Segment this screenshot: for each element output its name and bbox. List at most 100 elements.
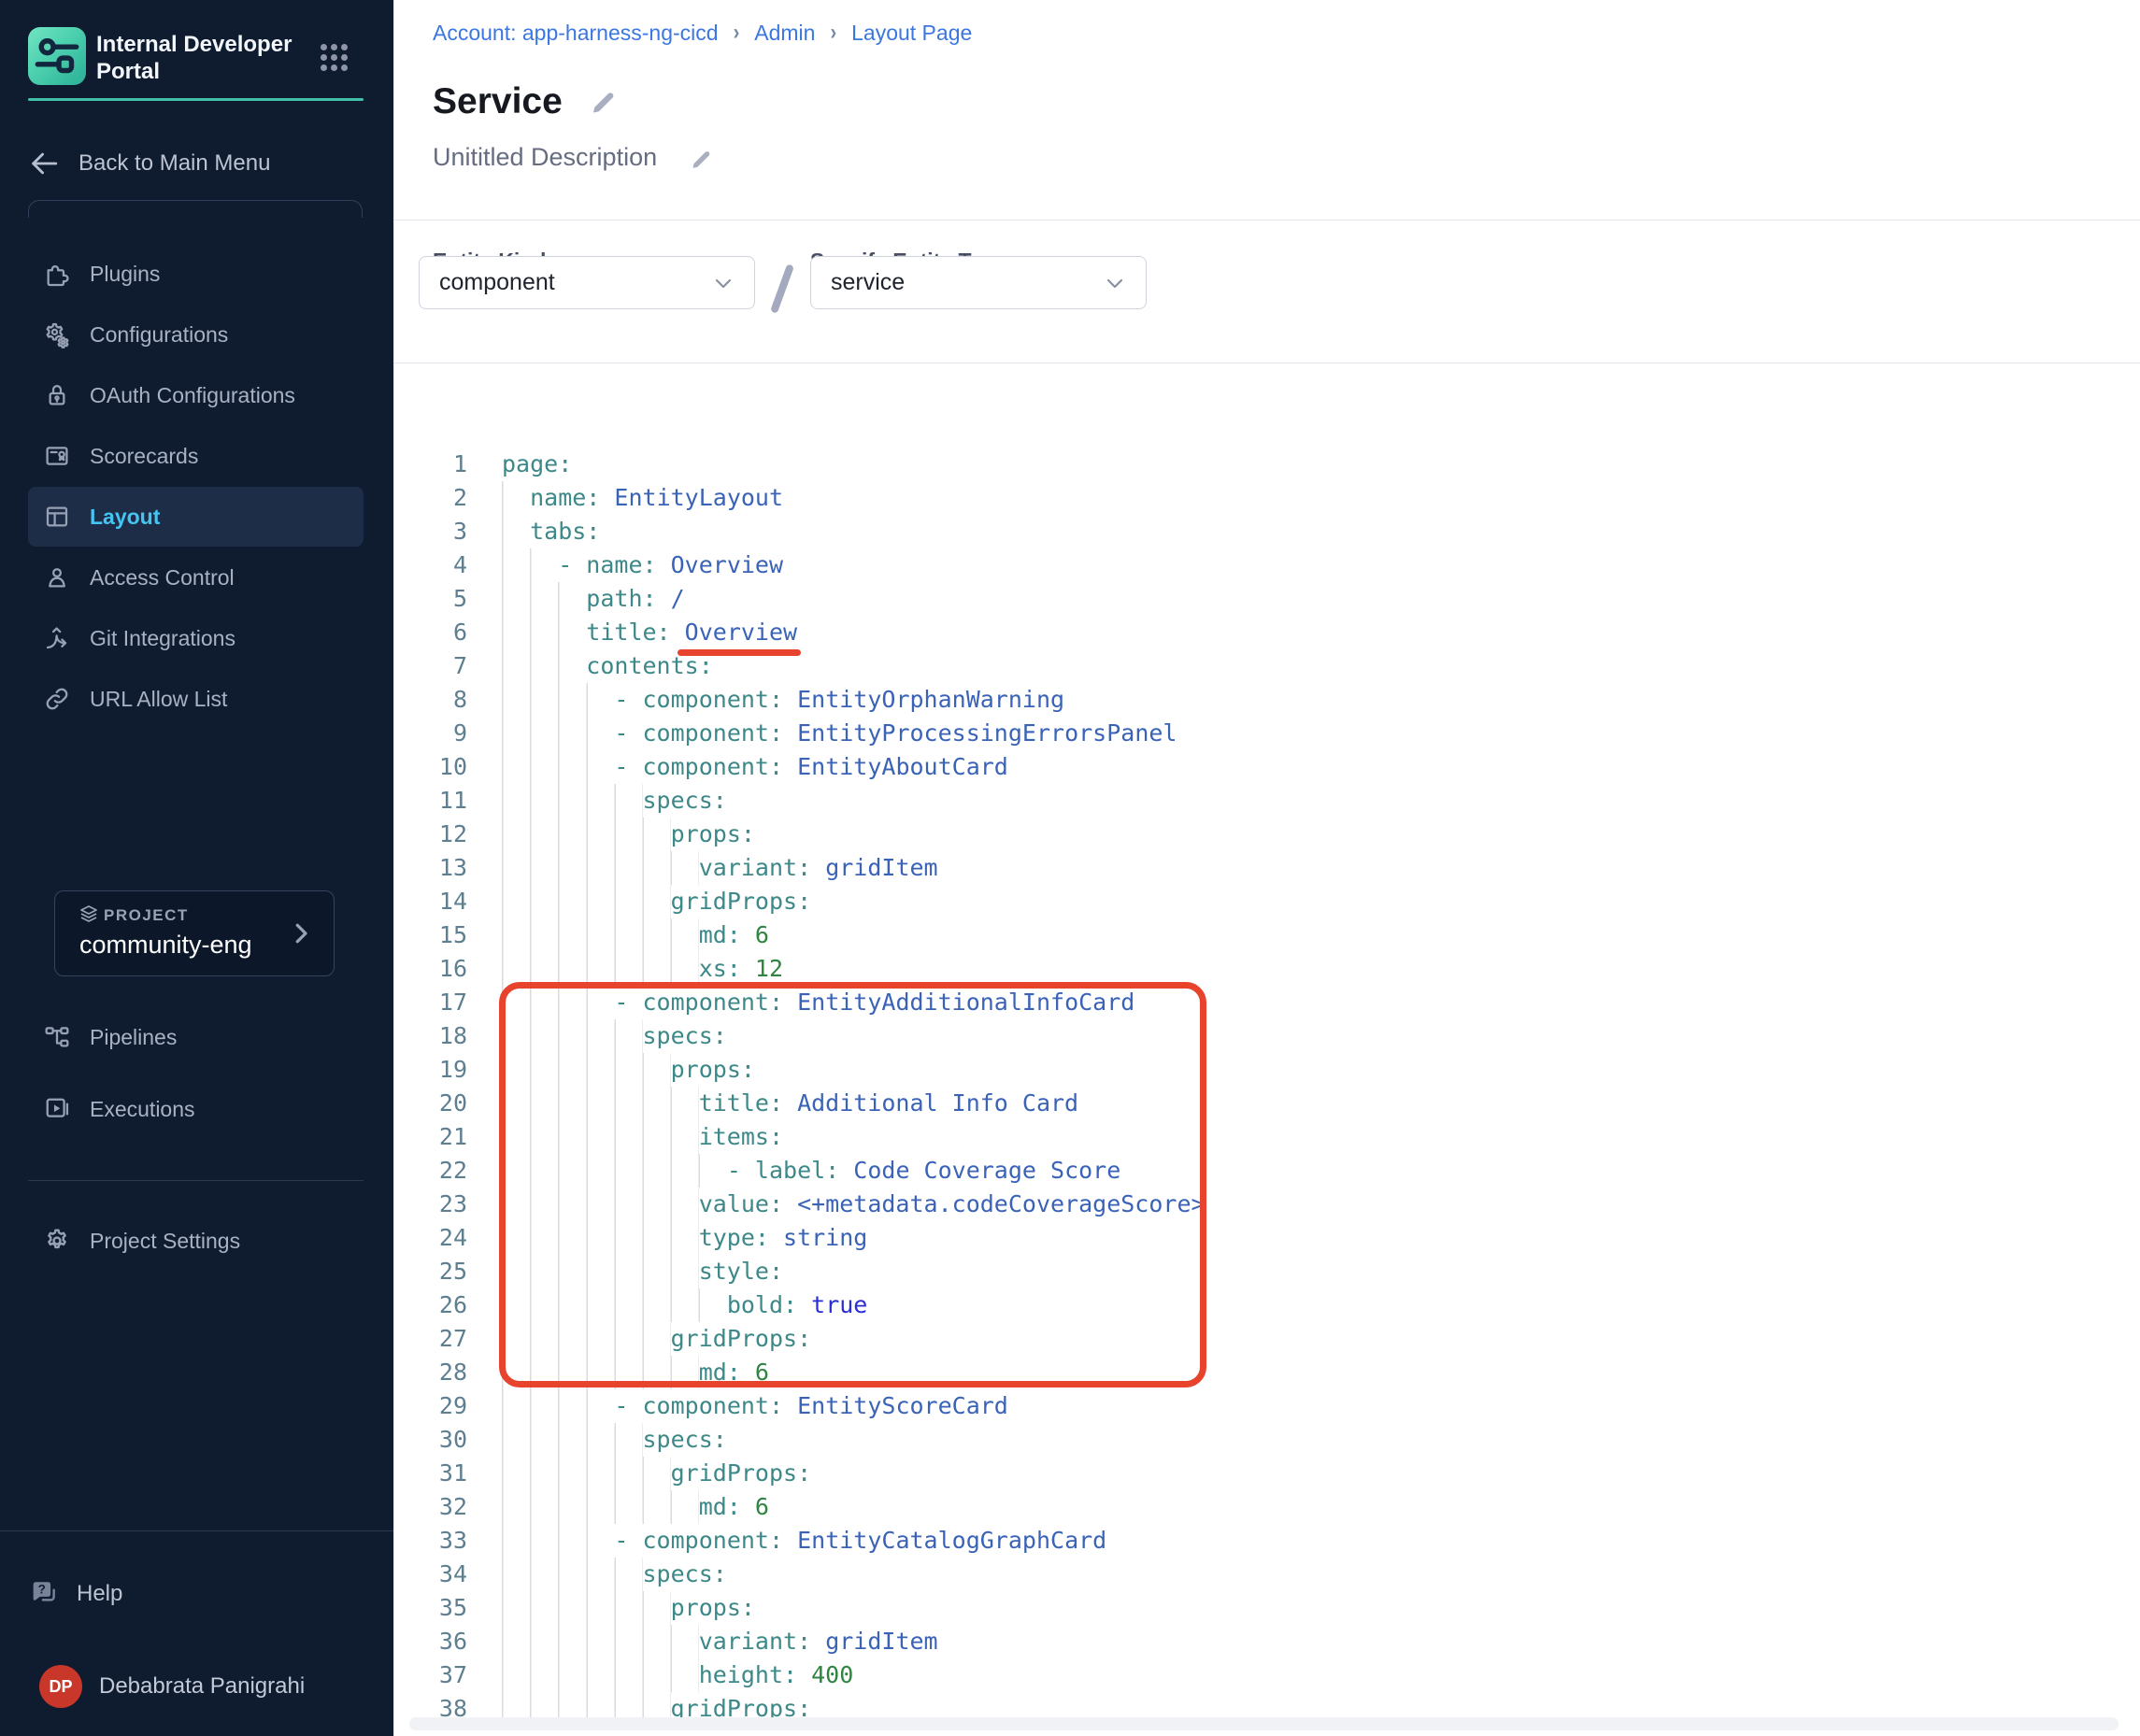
code-line[interactable]: 22- label: Code Coverage Score bbox=[394, 1154, 2140, 1188]
code-line[interactable]: 1page: bbox=[394, 448, 2140, 481]
app-switcher-icon[interactable] bbox=[321, 44, 350, 74]
code-line[interactable]: 7contents: bbox=[394, 649, 2140, 683]
code-line[interactable]: 29- component: EntityScoreCard bbox=[394, 1389, 2140, 1423]
chevron-right-icon bbox=[287, 919, 315, 947]
line-number: 20 bbox=[394, 1087, 467, 1120]
code-token: Additional Info Card bbox=[797, 1089, 1078, 1117]
code-line[interactable]: 24type: string bbox=[394, 1221, 2140, 1255]
code-line[interactable]: 30specs: bbox=[394, 1423, 2140, 1457]
code-token: true bbox=[811, 1291, 867, 1318]
line-number: 13 bbox=[394, 851, 467, 885]
code-token: tabs: bbox=[530, 518, 600, 545]
edit-title-icon[interactable] bbox=[585, 86, 619, 120]
yaml-code[interactable]: 1page:2name: EntityLayout3tabs:4- name: … bbox=[394, 363, 2140, 1726]
sidebar-item-git-integrations[interactable]: Git Integrations bbox=[28, 608, 364, 668]
code-line[interactable]: 10- component: EntityAboutCard bbox=[394, 750, 2140, 784]
breadcrumb-account[interactable]: Account: app-harness-ng-cicd bbox=[433, 21, 719, 46]
code-line[interactable]: 25style: bbox=[394, 1255, 2140, 1288]
code-line[interactable]: 18specs: bbox=[394, 1019, 2140, 1053]
avatar: DP bbox=[39, 1665, 82, 1708]
line-number: 2 bbox=[394, 481, 467, 515]
chevron-right-icon: › bbox=[734, 21, 740, 47]
code-line[interactable]: 3tabs: bbox=[394, 515, 2140, 548]
line-number: 16 bbox=[394, 952, 467, 986]
code-line[interactable]: 19props: bbox=[394, 1053, 2140, 1087]
sidebar-item-pipelines[interactable]: Pipelines bbox=[28, 1007, 364, 1067]
yaml-editor[interactable]: 1page:2name: EntityLayout3tabs:4- name: … bbox=[394, 363, 2140, 1736]
code-line[interactable]: 36variant: gridItem bbox=[394, 1625, 2140, 1658]
code-line[interactable]: 34specs: bbox=[394, 1558, 2140, 1591]
project-selector[interactable]: PROJECT community-eng bbox=[54, 890, 335, 976]
user-menu[interactable]: DP Debabrata Panigrahi bbox=[28, 1658, 383, 1715]
user-name: Debabrata Panigrahi bbox=[99, 1673, 305, 1700]
sidebar-item-configurations[interactable]: Configurations bbox=[28, 305, 364, 364]
code-token: items: bbox=[699, 1123, 783, 1150]
code-token: - component: bbox=[614, 753, 783, 780]
code-line[interactable]: 9- component: EntityProcessingErrorsPane… bbox=[394, 717, 2140, 750]
sidebar-item-url-allow-list[interactable]: URL Allow List bbox=[28, 669, 364, 729]
code-line[interactable]: 5path: / bbox=[394, 582, 2140, 616]
sidebar-item-oauth-configurations[interactable]: OAuth Configurations bbox=[28, 365, 364, 425]
sidebar-item-label: Layout bbox=[90, 505, 160, 530]
line-number: 9 bbox=[394, 717, 467, 750]
code-line[interactable]: 17- component: EntityAdditionalInfoCard bbox=[394, 986, 2140, 1019]
code-line[interactable]: 11specs: bbox=[394, 784, 2140, 818]
line-number: 27 bbox=[394, 1322, 467, 1356]
code-token: md: bbox=[699, 1493, 741, 1520]
sidebar-item-plugins[interactable]: Plugins bbox=[28, 244, 364, 304]
code-line[interactable]: 26bold: true bbox=[394, 1288, 2140, 1322]
sidebar-item-label: Access Control bbox=[90, 565, 235, 591]
code-line[interactable]: 8- component: EntityOrphanWarning bbox=[394, 683, 2140, 717]
code-line[interactable]: 14gridProps: bbox=[394, 885, 2140, 918]
code-line[interactable]: 13variant: gridItem bbox=[394, 851, 2140, 885]
code-line[interactable]: 28md: 6 bbox=[394, 1356, 2140, 1389]
sidebar-item-project-settings[interactable]: Project Settings bbox=[28, 1211, 364, 1271]
back-to-main-menu[interactable]: Back to Main Menu bbox=[28, 134, 364, 193]
sidebar-item-help[interactable]: ? Help bbox=[28, 1564, 364, 1624]
breadcrumb-admin[interactable]: Admin bbox=[754, 21, 815, 46]
editor-scrollbar[interactable] bbox=[409, 1717, 2119, 1730]
sidebar-item-label: Pipelines bbox=[90, 1025, 177, 1050]
code-token: path: bbox=[586, 585, 656, 612]
breadcrumb-layout-page[interactable]: Layout Page bbox=[851, 21, 972, 46]
code-line[interactable]: 4- name: Overview bbox=[394, 548, 2140, 582]
code-line[interactable]: 21items: bbox=[394, 1120, 2140, 1154]
code-line[interactable]: 37height: 400 bbox=[394, 1658, 2140, 1692]
code-token: string bbox=[783, 1224, 867, 1251]
svg-text:?: ? bbox=[38, 1582, 46, 1596]
entity-type-select[interactable]: service bbox=[810, 256, 1147, 309]
code-line[interactable]: 35props: bbox=[394, 1591, 2140, 1625]
code-line[interactable]: 32md: 6 bbox=[394, 1490, 2140, 1524]
code-line[interactable]: 23value: <+metadata.codeCoverageScore> bbox=[394, 1188, 2140, 1221]
code-line[interactable]: 15md: 6 bbox=[394, 918, 2140, 952]
sidebar-item-label: OAuth Configurations bbox=[90, 383, 295, 408]
layout-icon bbox=[41, 501, 73, 533]
scorecards-icon bbox=[41, 440, 73, 472]
code-line[interactable]: 31gridProps: bbox=[394, 1457, 2140, 1490]
edit-description-icon[interactable] bbox=[686, 146, 714, 174]
code-token: EntityAboutCard bbox=[797, 753, 1008, 780]
sidebar-item-layout[interactable]: Layout bbox=[28, 487, 364, 547]
code-token: EntityOrphanWarning bbox=[797, 686, 1064, 713]
code-line[interactable]: 20title: Additional Info Card bbox=[394, 1087, 2140, 1120]
code-token: Code Coverage Score bbox=[853, 1157, 1120, 1184]
line-number: 4 bbox=[394, 548, 467, 582]
code-line[interactable]: 16xs: 12 bbox=[394, 952, 2140, 986]
line-number: 28 bbox=[394, 1356, 467, 1389]
code-line[interactable]: 6title: Overview bbox=[394, 616, 2140, 649]
code-line[interactable]: 33- component: EntityCatalogGraphCard bbox=[394, 1524, 2140, 1558]
code-line[interactable]: 27gridProps: bbox=[394, 1322, 2140, 1356]
code-token: Overview bbox=[671, 551, 783, 578]
sidebar-item-executions[interactable]: Executions bbox=[28, 1079, 364, 1139]
code-line[interactable]: 2name: EntityLayout bbox=[394, 481, 2140, 515]
code-line[interactable]: 12props: bbox=[394, 818, 2140, 851]
sidebar-item-label: Scorecards bbox=[90, 444, 198, 469]
sidebar-item-access-control[interactable]: Access Control bbox=[28, 548, 364, 607]
line-number: 24 bbox=[394, 1221, 467, 1255]
sidebar-item-label: Plugins bbox=[90, 262, 160, 287]
line-number: 19 bbox=[394, 1053, 467, 1087]
entity-kind-select[interactable]: component bbox=[419, 256, 755, 309]
sidebar-item-scorecards[interactable]: Scorecards bbox=[28, 426, 364, 486]
app-logo-icon[interactable] bbox=[28, 27, 86, 85]
code-token: EntityLayout bbox=[614, 484, 783, 511]
